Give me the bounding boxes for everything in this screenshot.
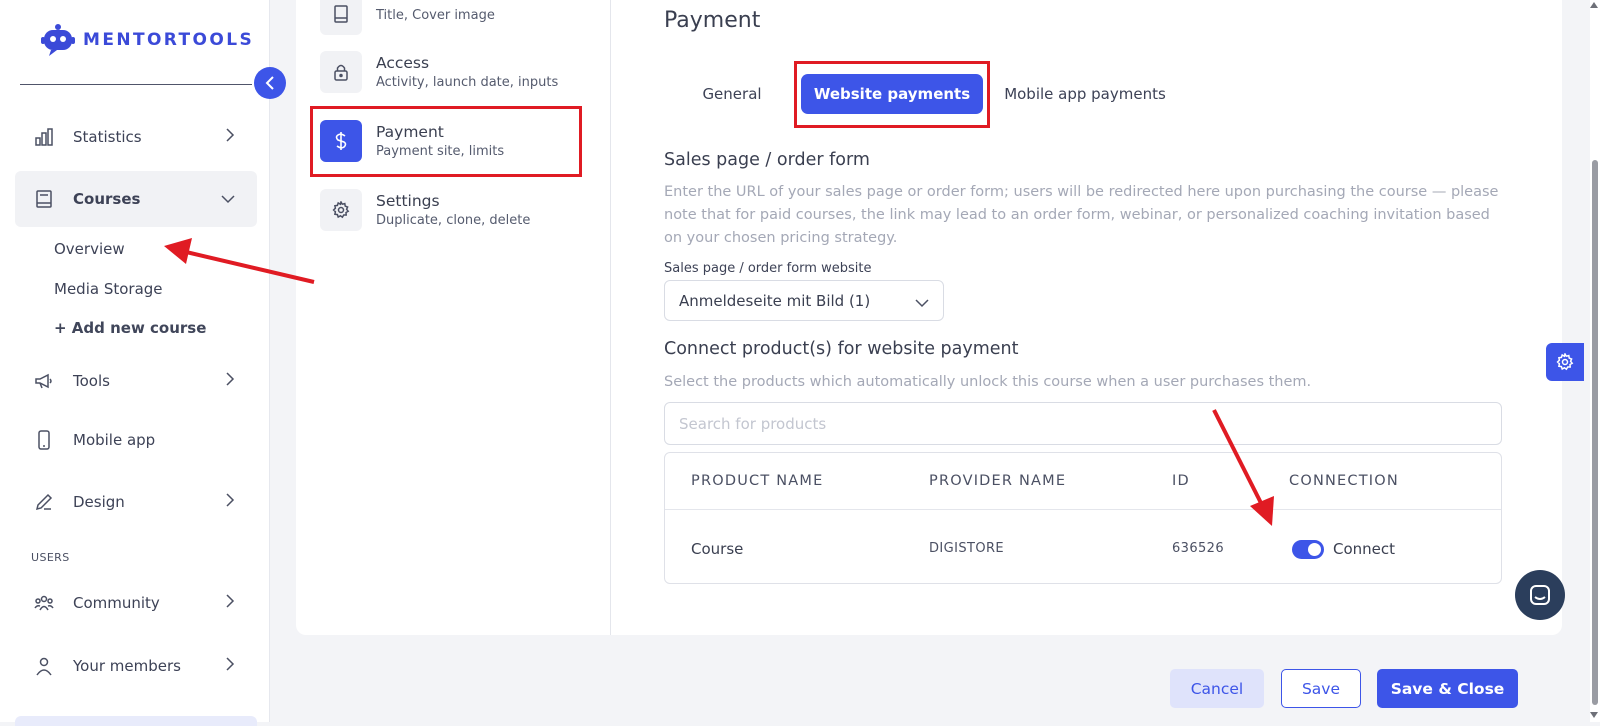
- column-header-id: ID: [1172, 473, 1190, 489]
- logo-text: MENTORTOOLS: [83, 30, 255, 50]
- lock-icon: [320, 51, 362, 93]
- annotation-highlight-website-payments-tab: [794, 61, 990, 128]
- toggle-knob: [1308, 543, 1321, 556]
- step-desc: Activity, launch date, inputs: [376, 75, 559, 90]
- sidebar-item-label: Community: [73, 594, 160, 612]
- step-general[interactable]: Title, Cover image: [320, 0, 582, 42]
- product-id-cell: 636526: [1172, 541, 1225, 556]
- sidebar-item-design[interactable]: Design: [15, 474, 257, 530]
- chevron-right-icon: [225, 657, 235, 675]
- book-icon: [320, 0, 362, 35]
- connect-products-heading: Connect product(s) for website payment: [664, 339, 1019, 359]
- sidebar-item-courses[interactable]: Courses: [15, 171, 257, 227]
- chevron-right-icon: [225, 372, 235, 390]
- step-settings[interactable]: Settings Duplicate, clone, delete: [320, 182, 582, 238]
- chevron-right-icon: [225, 594, 235, 612]
- sidebar-item-community[interactable]: Community: [15, 575, 257, 631]
- chevron-down-icon: [221, 190, 235, 208]
- sidebar-item-label: Courses: [73, 190, 141, 208]
- sales-page-selected-value: Anmeldeseite mit Bild (1): [679, 291, 871, 310]
- sidebar-item-label: Statistics: [73, 128, 142, 146]
- step-title: Settings: [376, 192, 440, 210]
- column-header-connection: CONNECTION: [1289, 473, 1399, 489]
- sidebar: MENTORTOOLS Statistics Courses Overview …: [0, 0, 270, 726]
- column-header-provider-name: PROVIDER NAME: [929, 473, 1067, 489]
- cancel-button[interactable]: Cancel: [1170, 669, 1264, 708]
- sidebar-item-label: Tools: [73, 372, 110, 390]
- product-name-cell: Course: [691, 540, 744, 558]
- users-icon: [33, 592, 55, 614]
- pencil-icon: [33, 491, 55, 513]
- chevron-right-icon: [225, 493, 235, 511]
- collapse-sidebar-button[interactable]: [254, 67, 286, 99]
- sidebar-item-your-members[interactable]: Your members: [15, 638, 257, 694]
- sidebar-item-label: Mobile app: [73, 431, 156, 449]
- sidebar-item-mobile-app[interactable]: Mobile app: [15, 412, 257, 468]
- floating-settings-button[interactable]: [1546, 343, 1584, 381]
- sidebar-item-tools[interactable]: Tools: [15, 353, 257, 409]
- step-desc: Duplicate, clone, delete: [376, 213, 531, 228]
- chevron-right-icon: [225, 128, 235, 146]
- products-table: PRODUCT NAME PROVIDER NAME ID CONNECTION…: [664, 452, 1502, 584]
- sidebar-item-label: Your members: [73, 657, 181, 675]
- sales-page-field-label: Sales page / order form website: [664, 261, 872, 276]
- phone-icon: [33, 429, 55, 451]
- table-row-divider: [665, 509, 1501, 510]
- provider-name-cell: DIGISTORE: [929, 541, 1005, 556]
- chat-icon: [1530, 585, 1550, 605]
- page-title: Payment: [664, 8, 761, 33]
- sales-page-select[interactable]: Anmeldeseite mit Bild (1): [664, 280, 944, 321]
- megaphone-icon: [33, 370, 55, 392]
- card-divider: [610, 0, 611, 635]
- product-search-input[interactable]: [664, 402, 1502, 445]
- sidebar-subitem-add-course[interactable]: + Add new course: [54, 319, 206, 337]
- chevron-left-icon: [265, 76, 274, 90]
- column-header-product-name: PRODUCT NAME: [691, 473, 824, 489]
- sidebar-subitem-media-storage[interactable]: Media Storage: [54, 280, 163, 298]
- sidebar-item-statistics[interactable]: Statistics: [15, 109, 257, 165]
- bar-chart-icon: [33, 126, 55, 148]
- sales-page-heading: Sales page / order form: [664, 150, 870, 170]
- sales-page-description: Enter the URL of your sales page or orde…: [664, 184, 1499, 246]
- gear-icon: [1556, 353, 1574, 371]
- user-icon: [33, 655, 55, 677]
- gear-icon: [320, 189, 362, 231]
- book-icon: [33, 188, 55, 210]
- connect-products-description: Select the products which automatically …: [664, 374, 1312, 390]
- tab-mobile-app-payments[interactable]: Mobile app payments: [998, 74, 1172, 114]
- tab-general[interactable]: General: [688, 74, 776, 114]
- connect-label: Connect: [1333, 540, 1396, 558]
- annotation-highlight-payment-step: [310, 106, 582, 177]
- save-and-close-button[interactable]: Save & Close: [1377, 669, 1518, 708]
- connect-toggle[interactable]: [1292, 540, 1324, 559]
- chat-launcher-button[interactable]: [1515, 570, 1565, 620]
- save-button[interactable]: Save: [1281, 669, 1361, 708]
- section-label-users: USERS: [31, 551, 70, 564]
- step-access[interactable]: Access Activity, launch date, inputs: [320, 44, 582, 100]
- robot-logo-icon: [41, 24, 75, 56]
- sidebar-bottom-item[interactable]: [15, 716, 257, 726]
- sidebar-subitem-overview[interactable]: Overview: [54, 240, 125, 258]
- sidebar-item-label: Design: [73, 493, 125, 511]
- scrollbar-thumb[interactable]: [1592, 160, 1598, 705]
- logo[interactable]: MENTORTOOLS: [41, 24, 254, 56]
- step-desc: Title, Cover image: [376, 8, 495, 23]
- chevron-down-icon: [915, 294, 929, 312]
- sidebar-divider: [20, 84, 252, 85]
- step-title: Access: [376, 54, 430, 72]
